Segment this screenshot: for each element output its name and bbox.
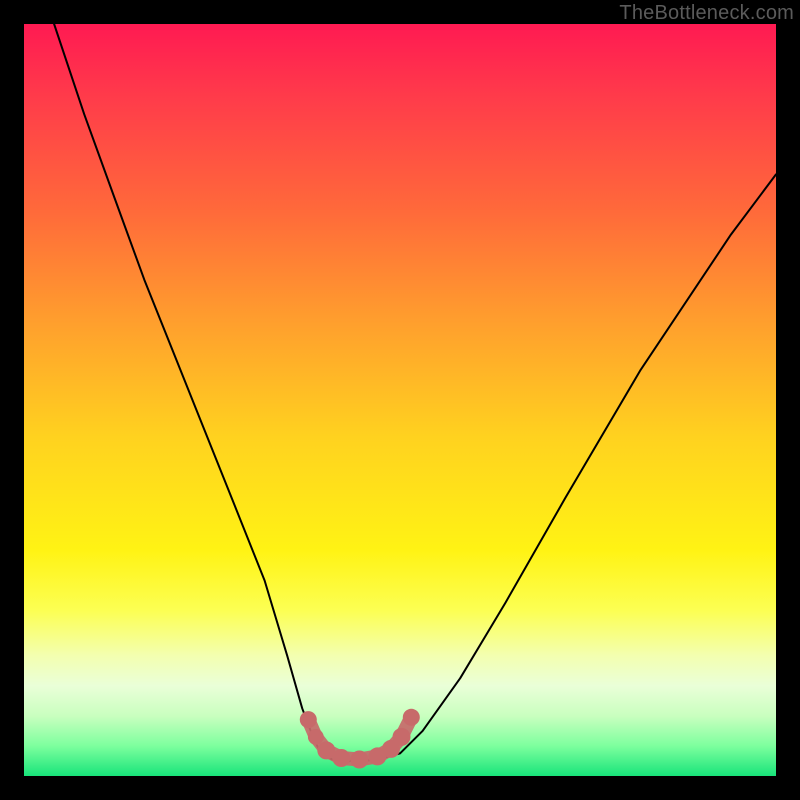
valley-dot — [350, 751, 368, 769]
valley-dot — [308, 729, 324, 745]
valley-dot — [393, 728, 411, 746]
marker-group — [300, 709, 420, 769]
plot-area — [24, 24, 776, 776]
bottleneck-curve — [54, 24, 776, 761]
valley-dot — [300, 711, 317, 728]
valley-dot — [332, 749, 350, 767]
curve-svg — [24, 24, 776, 776]
curve-group — [54, 24, 776, 761]
watermark-text: TheBottleneck.com — [619, 2, 794, 25]
valley-dot — [403, 709, 420, 726]
chart-frame: TheBottleneck.com — [0, 0, 800, 800]
